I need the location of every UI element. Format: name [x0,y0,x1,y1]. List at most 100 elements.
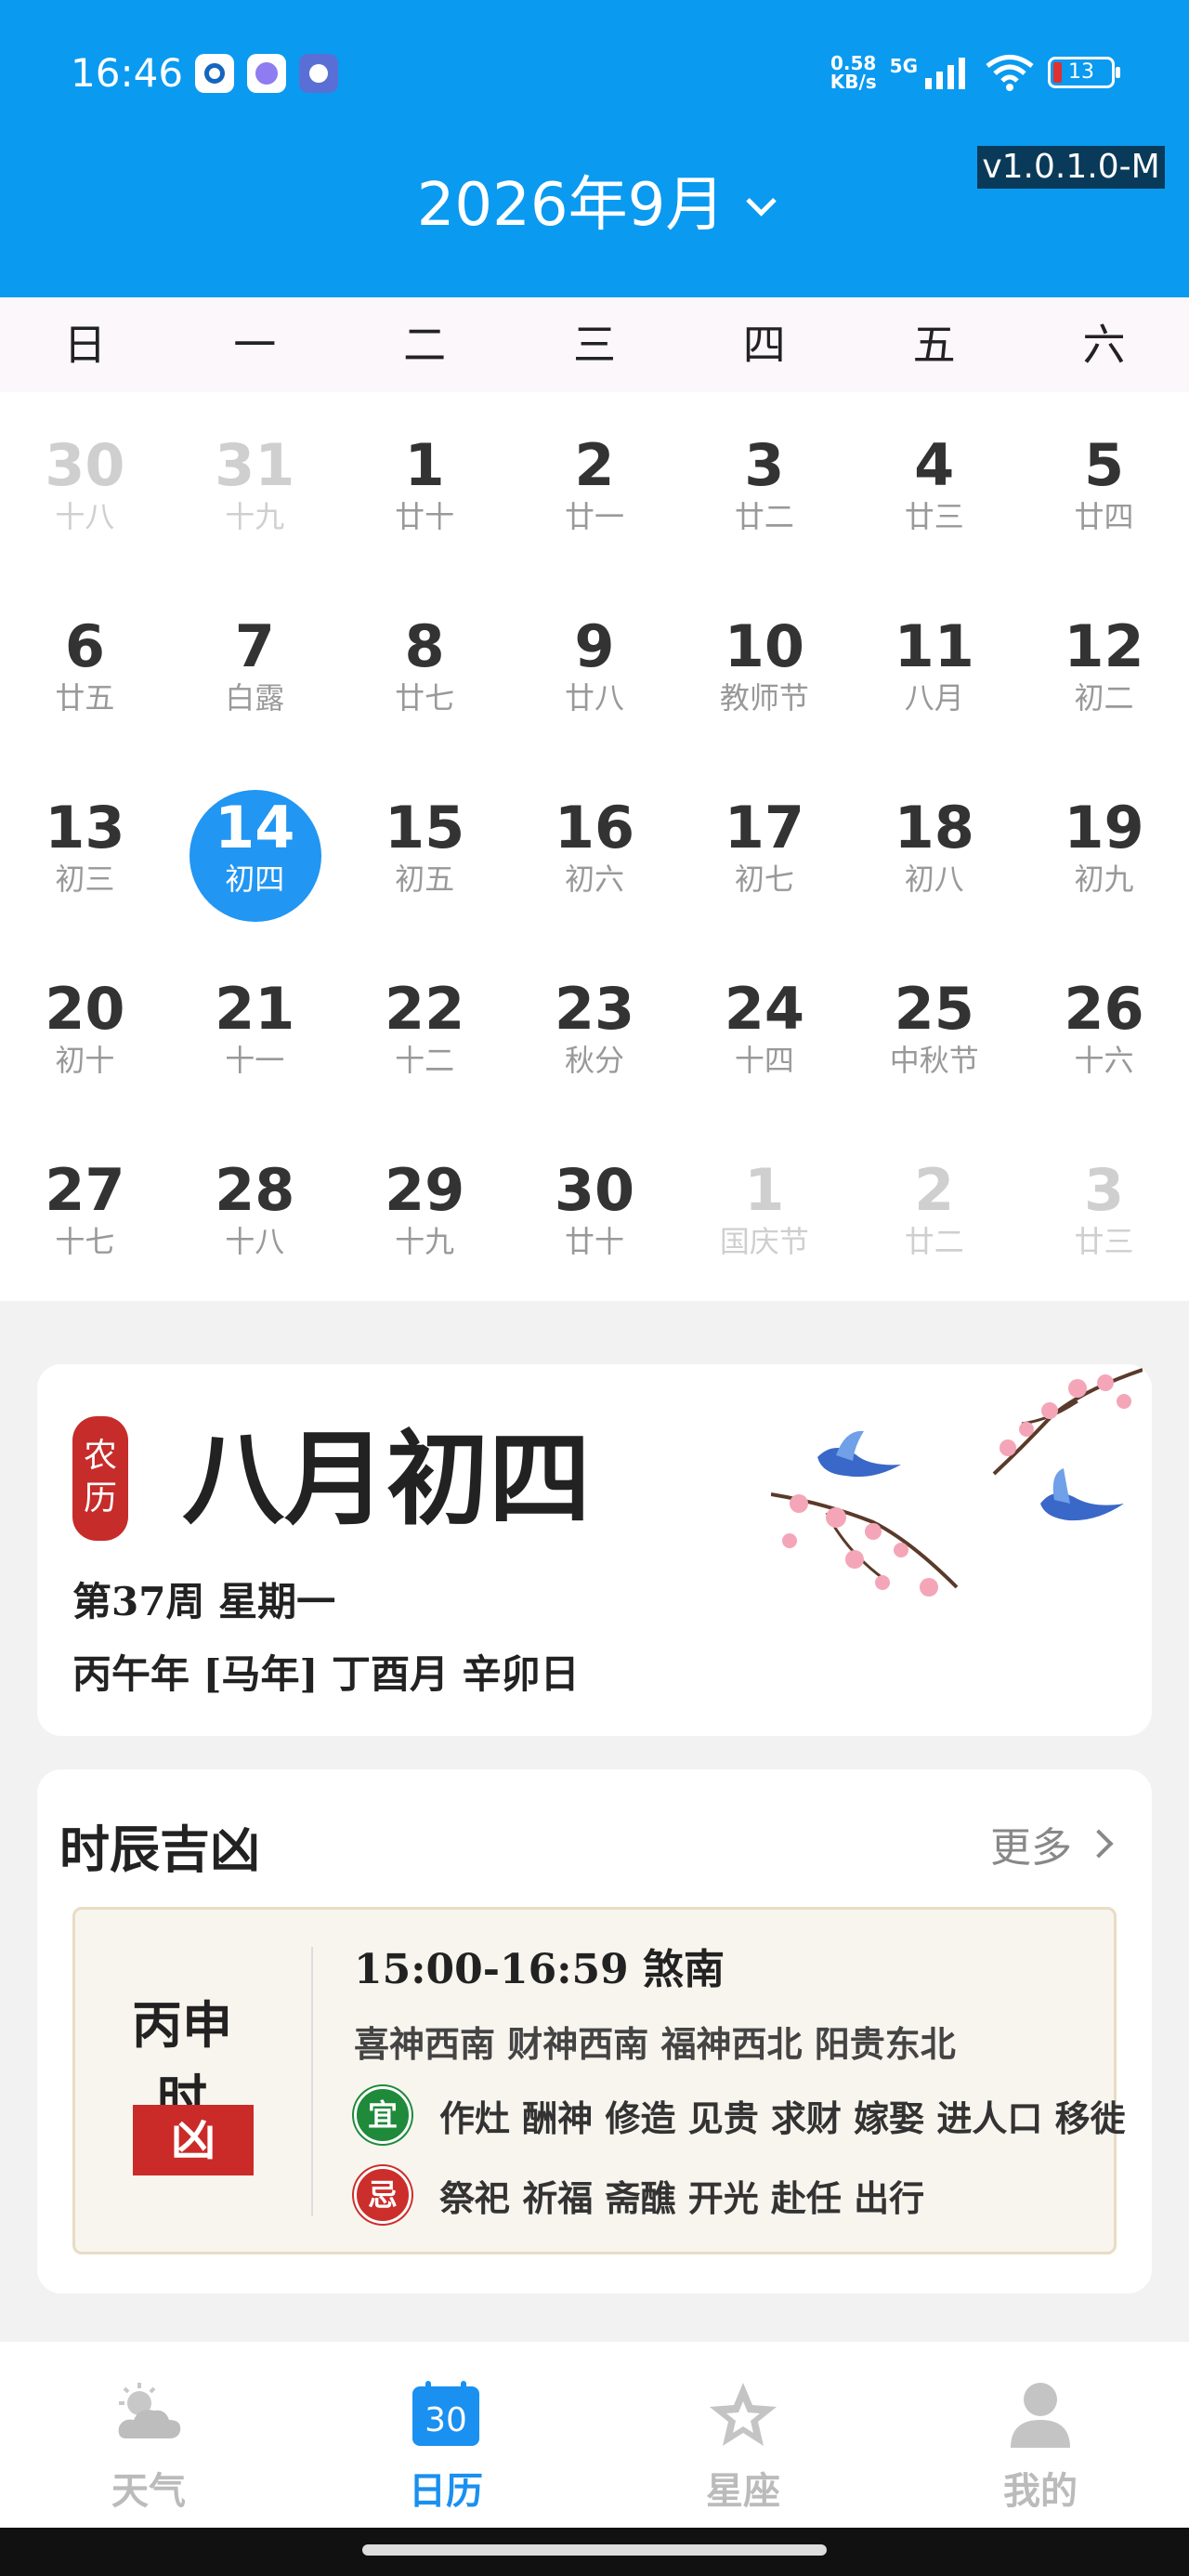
tab-label: 星座 [706,2470,780,2513]
lunar-day-label: 中秋节 [889,1043,979,1078]
lunar-day-label: 白露 [225,680,285,716]
divider [311,1947,313,2216]
calendar-grid: 30 十八 31 十九 1 廿十 2 廿一 3 廿二 4 廿三 5 廿四 6 廿五 7 白露 8 廿七 9 廿八 10 教师节… [0,392,1189,1301]
calendar-day[interactable]: 1 廿十 [340,392,510,573]
tab-weather[interactable]: 天气 [0,2342,297,2528]
day-number: 3 [1083,1156,1125,1224]
day-number: 9 [574,612,615,680]
calendar-day[interactable]: 7 白露 [170,573,340,755]
hour-detail-panel[interactable]: 丙申时 凶 15:00-16:59 煞南 喜神西南 财神西南 福神西北 阳贵东北… [72,1907,1126,2254]
status-time: 16:46 [71,50,184,96]
calendar-day[interactable]: 17 初七 [679,755,849,936]
lunar-day-label: 十九 [225,499,285,534]
more-label: 更多 [990,1824,1072,1872]
day-number: 19 [1064,794,1144,861]
star-icon [710,2383,777,2446]
calendar-day[interactable]: 30 十八 [0,392,170,573]
calendar-day[interactable]: 2 廿二 [849,1117,1019,1298]
calendar-day[interactable]: 26 十六 [1019,936,1189,1117]
calendar-day[interactable]: 3 廿三 [1019,1117,1189,1298]
lunar-seal: 农 历 [72,1416,128,1541]
chevron-down-icon [746,186,777,217]
lunar-day-label: 廿一 [564,499,624,534]
calendar-day[interactable]: 1 国庆节 [679,1117,849,1298]
calendar-day[interactable]: 20 初十 [0,936,170,1117]
calendar-day[interactable]: 24 十四 [679,936,849,1117]
day-number: 18 [894,794,974,861]
calendar-day[interactable]: 8 廿七 [340,573,510,755]
tab-horoscope[interactable]: 星座 [594,2342,892,2528]
weekday-label: 三 [572,320,616,370]
ji-row: 忌 祭祀 祈福 斋醮 开光 赴任 出行 [354,2166,924,2224]
calendar-day[interactable]: 2 廿一 [510,392,680,573]
gods-directions: 喜神西南 财神西南 福神西北 阳贵东北 [354,2023,956,2065]
calendar-day[interactable]: 9 廿八 [510,573,680,755]
lunar-day-label: 廿十 [395,499,455,534]
ganzhi-info: 丙午年 [马年] 丁酉月 辛卯日 [72,1651,580,1697]
month-selector[interactable]: 2026年9月 [0,164,1189,247]
tab-calendar[interactable]: 30 日历 [297,2342,594,2528]
calendar-day[interactable]: 4 廿三 [849,392,1019,573]
calendar-icon-text: 30 [425,2401,467,2439]
calendar-day[interactable]: 30 廿十 [510,1117,680,1298]
more-link[interactable]: 更多 [990,1814,1114,1873]
chevron-right-icon [1084,1829,1114,1859]
signal-icon [925,58,965,89]
tab-label: 我的 [1003,2470,1078,2513]
calendar-day[interactable]: 21 十一 [170,936,340,1117]
calendar-day[interactable]: 16 初六 [510,755,680,936]
lunar-day-label: 国庆节 [719,1224,809,1259]
lunar-day-label: 初五 [395,861,455,897]
calendar-day[interactable]: 15 初五 [340,755,510,936]
ji-icon: 忌 [354,2166,412,2224]
wifi-icon [986,55,1034,91]
app-notification-icon [195,54,234,93]
lunar-day-label: 初六 [564,861,624,897]
calendar-day[interactable]: 10 教师节 [679,573,849,755]
seal-text: 历 [83,1479,117,1518]
calendar-day[interactable]: 19 初九 [1019,755,1189,936]
day-number: 1 [744,1156,785,1224]
lunar-day-label: 初二 [1074,680,1134,716]
battery-icon: 13 [1048,57,1120,88]
notification-icons [195,54,338,93]
calendar-day[interactable]: 23 秋分 [510,936,680,1117]
day-number: 2 [914,1156,955,1224]
week-info: 第37周 星期一 [72,1579,336,1624]
calendar-day[interactable]: 31 十九 [170,392,340,573]
yi-activities: 作灶 酬神 修造 见贵 求财 嫁娶 进人口 移徙 [439,2096,1126,2139]
day-number: 1 [404,431,445,499]
calendar-day[interactable]: 29 十九 [340,1117,510,1298]
lunar-day-label: 十六 [1074,1043,1134,1078]
lunar-day-label: 廿三 [904,499,964,534]
day-number: 14 [215,794,295,861]
calendar-day[interactable]: 22 十二 [340,936,510,1117]
calendar-day[interactable]: 28 十八 [170,1117,340,1298]
net-speed-unit: KB/s [830,71,877,93]
calendar-day[interactable]: 13 初三 [0,755,170,936]
calendar-day[interactable]: 25 中秋节 [849,936,1019,1117]
calendar-day[interactable]: 27 十七 [0,1117,170,1298]
home-indicator[interactable] [362,2544,827,2556]
weekday-header: 日 一 二 三 四 五 六 [0,297,1189,392]
calendar-day[interactable]: 6 廿五 [0,573,170,755]
weekday-label: 六 [1082,320,1126,370]
network-type: 5G [889,55,918,77]
lunar-day-label: 十八 [225,1224,285,1259]
lunar-info-card: 农 历 八月初四 第37周 星期一 丙午年 [马年] 丁酉月 辛卯日 [37,1364,1152,1736]
calendar-day[interactable]: 11 八月 [849,573,1019,755]
tab-profile[interactable]: 我的 [892,2342,1189,2528]
day-number: 8 [404,612,445,680]
calendar-day[interactable]: 5 廿四 [1019,392,1189,573]
lunar-day-label: 廿四 [1074,499,1134,534]
lunar-day-label: 十四 [734,1043,794,1078]
yi-row: 宜 作灶 酬神 修造 见贵 求财 嫁娶 进人口 移徙 [354,2086,1126,2144]
net-speed: 0.58 KB/s [830,54,877,91]
calendar-day[interactable]: 18 初八 [849,755,1019,936]
time-range: 15:00-16:59 煞南 [354,1946,725,1993]
calendar-day[interactable]: 12 初二 [1019,573,1189,755]
calendar-day-selected[interactable]: 14 初四 [170,755,340,936]
app-header: 16:46 0.58 KB/s 5G 13 v1.0.1.0-M 2026年9月 [0,0,1189,297]
calendar-day[interactable]: 3 廿二 [679,392,849,573]
day-number: 30 [45,431,125,499]
